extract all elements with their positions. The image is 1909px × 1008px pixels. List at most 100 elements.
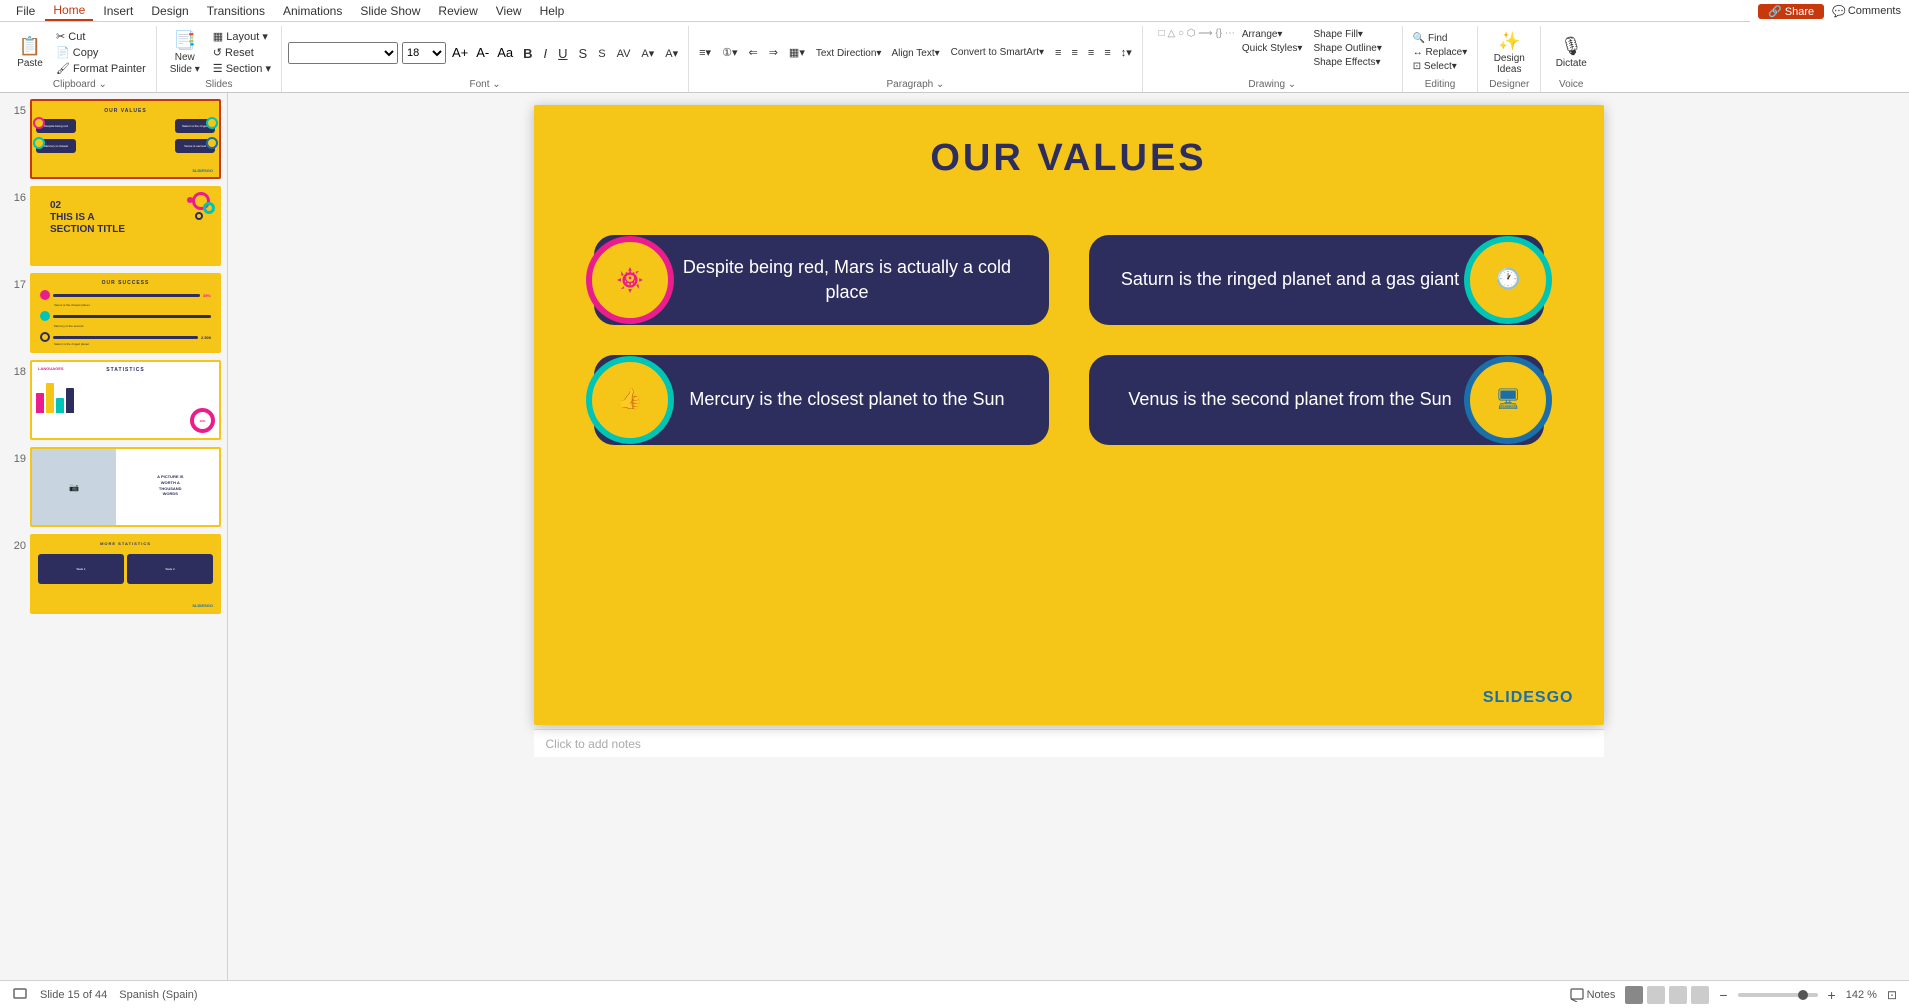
- cut-button[interactable]: ✂ Cut: [52, 29, 150, 44]
- share-button[interactable]: 🔗 Share: [1758, 4, 1824, 19]
- replace-button[interactable]: ↔ Replace▾: [1409, 46, 1472, 59]
- shape-fill-button[interactable]: Shape Fill▾: [1309, 28, 1385, 41]
- font-family-select[interactable]: [288, 42, 398, 64]
- quick-styles-button[interactable]: Quick Styles▾: [1238, 42, 1307, 55]
- paragraph-label: Paragraph ⌄: [695, 79, 1136, 90]
- layout-button[interactable]: ▦ Layout ▾: [209, 29, 275, 44]
- slide-preview-15[interactable]: OUR VALUES Despite being red Saturn is t…: [30, 99, 221, 179]
- slide-thumb-15[interactable]: 15 OUR VALUES Despite being red Saturn i…: [0, 97, 227, 181]
- slide-preview-19[interactable]: 📷 A PICTURE ISWORTH ATHOUSANDWORDS: [30, 447, 221, 527]
- zoom-slider[interactable]: [1738, 993, 1818, 997]
- ribbon-group-paragraph: ≡▾ ①▾ ⇐ ⇒ ▦▾ Text Direction▾ Align Text▾…: [689, 26, 1143, 92]
- underline-button[interactable]: U: [554, 45, 571, 62]
- align-text-button[interactable]: Align Text▾: [887, 47, 943, 60]
- bold-button[interactable]: B: [519, 45, 536, 62]
- indent-increase[interactable]: ⇒: [765, 45, 782, 60]
- slide-preview-20[interactable]: MORE STATISTICS Stats 1 Stats 2 SLIDESGO: [30, 534, 221, 614]
- font-size-select[interactable]: 18: [402, 42, 446, 64]
- ribbon-group-voice: 🎙 Dictate Voice: [1541, 26, 1601, 92]
- slide-thumb-16[interactable]: 16 02THIS IS ASECTION TITLE: [0, 184, 227, 268]
- menu-view[interactable]: View: [488, 2, 530, 20]
- section-button[interactable]: ☰ Section ▾: [209, 61, 275, 76]
- menu-home[interactable]: Home: [45, 1, 93, 21]
- increase-font-button[interactable]: A+: [450, 43, 470, 62]
- notes-button[interactable]: Notes: [1570, 988, 1616, 1002]
- presenter-view-button[interactable]: [1691, 986, 1709, 1004]
- select-button[interactable]: ⊡ Select▾: [1409, 60, 1472, 73]
- strikethrough-button[interactable]: S: [575, 45, 592, 62]
- slide-thumb-20[interactable]: 20 MORE STATISTICS Stats 1 Stats 2 SLIDE…: [0, 532, 227, 616]
- menu-slideshow[interactable]: Slide Show: [352, 2, 428, 20]
- editing-label: Editing: [1409, 79, 1472, 90]
- clear-format-button[interactable]: Aa: [495, 43, 515, 62]
- indent-decrease[interactable]: ⇐: [744, 45, 761, 60]
- slide-preview-18[interactable]: STATISTICS LANGUAGES 42%: [30, 360, 221, 440]
- menu-review[interactable]: Review: [430, 2, 485, 20]
- decrease-font-button[interactable]: A-: [474, 43, 491, 62]
- value-item-venus[interactable]: Venus is the second planet from the Sun …: [1089, 355, 1544, 445]
- value-item-saturn[interactable]: Saturn is the ringed planet and a gas gi…: [1089, 235, 1544, 325]
- highlight-button[interactable]: A▾: [661, 45, 682, 62]
- copy-button[interactable]: 📄 Copy: [52, 45, 150, 60]
- zoom-out-button[interactable]: −: [1719, 987, 1727, 1003]
- slide-thumb-17[interactable]: 17 OUR SUCCESS 35% Venus is the closest …: [0, 271, 227, 355]
- main-editing-area: OUR VALUES: [228, 93, 1909, 980]
- slides-label: Slides: [163, 79, 275, 90]
- reset-button[interactable]: ↺ Reset: [209, 45, 275, 60]
- numbering-button[interactable]: ①▾: [718, 45, 741, 60]
- ribbon-group-font: 18 A+ A- Aa B I U S S AV A▾ A▾ Font: [282, 26, 689, 92]
- slide-preview-17[interactable]: OUR SUCCESS 35% Venus is the closest pla…: [30, 273, 221, 353]
- status-bar: Slide 15 of 44 Spanish (Spain) Notes − +…: [0, 980, 1909, 1008]
- menu-design[interactable]: Design: [143, 2, 196, 20]
- ribbon: 📋 Paste ✂ Cut 📄 Copy 🖌 Format Painter Cl…: [0, 22, 1909, 93]
- drawing-label: Drawing ⌄: [1149, 79, 1396, 90]
- ribbon-group-slides: 📑 New Slide ▾ ▦ Layout ▾ ↺ Reset ☰ Secti…: [157, 26, 282, 92]
- notes-area[interactable]: Click to add notes: [534, 729, 1604, 757]
- convert-smartart-button[interactable]: Convert to SmartArt▾: [947, 46, 1048, 59]
- slide-canvas[interactable]: OUR VALUES: [534, 105, 1604, 725]
- slide-thumb-18[interactable]: 18 STATISTICS LANGUAGES 42%: [0, 358, 227, 442]
- italic-button[interactable]: I: [540, 45, 552, 62]
- value-item-mars[interactable]: ⚙ Despite being red, Mars is actually a …: [594, 235, 1049, 325]
- find-button[interactable]: 🔍 Find: [1409, 32, 1472, 45]
- align-center[interactable]: ≡: [1067, 45, 1081, 60]
- arrange-button[interactable]: Arrange▾: [1238, 28, 1307, 41]
- align-left[interactable]: ≡: [1051, 45, 1065, 60]
- slide-thumb-19[interactable]: 19 📷 A PICTURE ISWORTH ATHOUSANDWORDS: [0, 445, 227, 529]
- menu-animations[interactable]: Animations: [275, 2, 350, 20]
- char-spacing-button[interactable]: AV: [613, 45, 635, 62]
- justify[interactable]: ≡: [1100, 45, 1114, 60]
- normal-view-button[interactable]: [1625, 986, 1643, 1004]
- font-label: Font ⌄: [288, 79, 682, 90]
- svg-text:👍: 👍: [617, 387, 642, 411]
- slide-preview-16[interactable]: 02THIS IS ASECTION TITLE: [30, 186, 221, 266]
- design-ideas-button[interactable]: ✨ DesignIdeas: [1484, 29, 1534, 77]
- reading-view-button[interactable]: [1669, 986, 1687, 1004]
- shape-outline-button[interactable]: Shape Outline▾: [1309, 42, 1385, 55]
- dictate-button[interactable]: 🎙 Dictate: [1551, 34, 1591, 71]
- columns-button[interactable]: ▦▾: [785, 45, 809, 60]
- align-right[interactable]: ≡: [1084, 45, 1098, 60]
- shadow-button[interactable]: S: [594, 45, 609, 62]
- svg-text:🖥: 🖥: [1495, 389, 1521, 411]
- text-direction-button[interactable]: Text Direction▾: [812, 47, 886, 60]
- paste-button[interactable]: 📋 Paste: [10, 34, 50, 71]
- menu-file[interactable]: File: [8, 2, 43, 20]
- value-item-mercury[interactable]: 👍 Mercury is the closest planet to the S…: [594, 355, 1049, 445]
- notes-placeholder: Click to add notes: [546, 737, 641, 751]
- menu-help[interactable]: Help: [532, 2, 573, 20]
- top-right-actions: 🔗 Share 💬 Comments: [1750, 0, 1909, 22]
- bullets-button[interactable]: ≡▾: [695, 45, 715, 60]
- new-slide-button[interactable]: 📑 New Slide ▾: [163, 28, 207, 77]
- font-color-button[interactable]: A▾: [637, 45, 658, 62]
- comments-button[interactable]: 💬 Comments: [1832, 5, 1901, 18]
- format-painter-button[interactable]: 🖌 Format Painter: [52, 61, 150, 76]
- shape-effects-button[interactable]: Shape Effects▾: [1309, 56, 1385, 69]
- menu-transitions[interactable]: Transitions: [199, 2, 273, 20]
- saturn-icon-circle: 🕐: [1464, 236, 1552, 324]
- zoom-in-button[interactable]: +: [1828, 987, 1836, 1003]
- menu-insert[interactable]: Insert: [95, 2, 141, 20]
- line-spacing[interactable]: ↕▾: [1117, 45, 1136, 60]
- slide-sorter-button[interactable]: [1647, 986, 1665, 1004]
- fit-slide-button[interactable]: ⊡: [1887, 988, 1897, 1002]
